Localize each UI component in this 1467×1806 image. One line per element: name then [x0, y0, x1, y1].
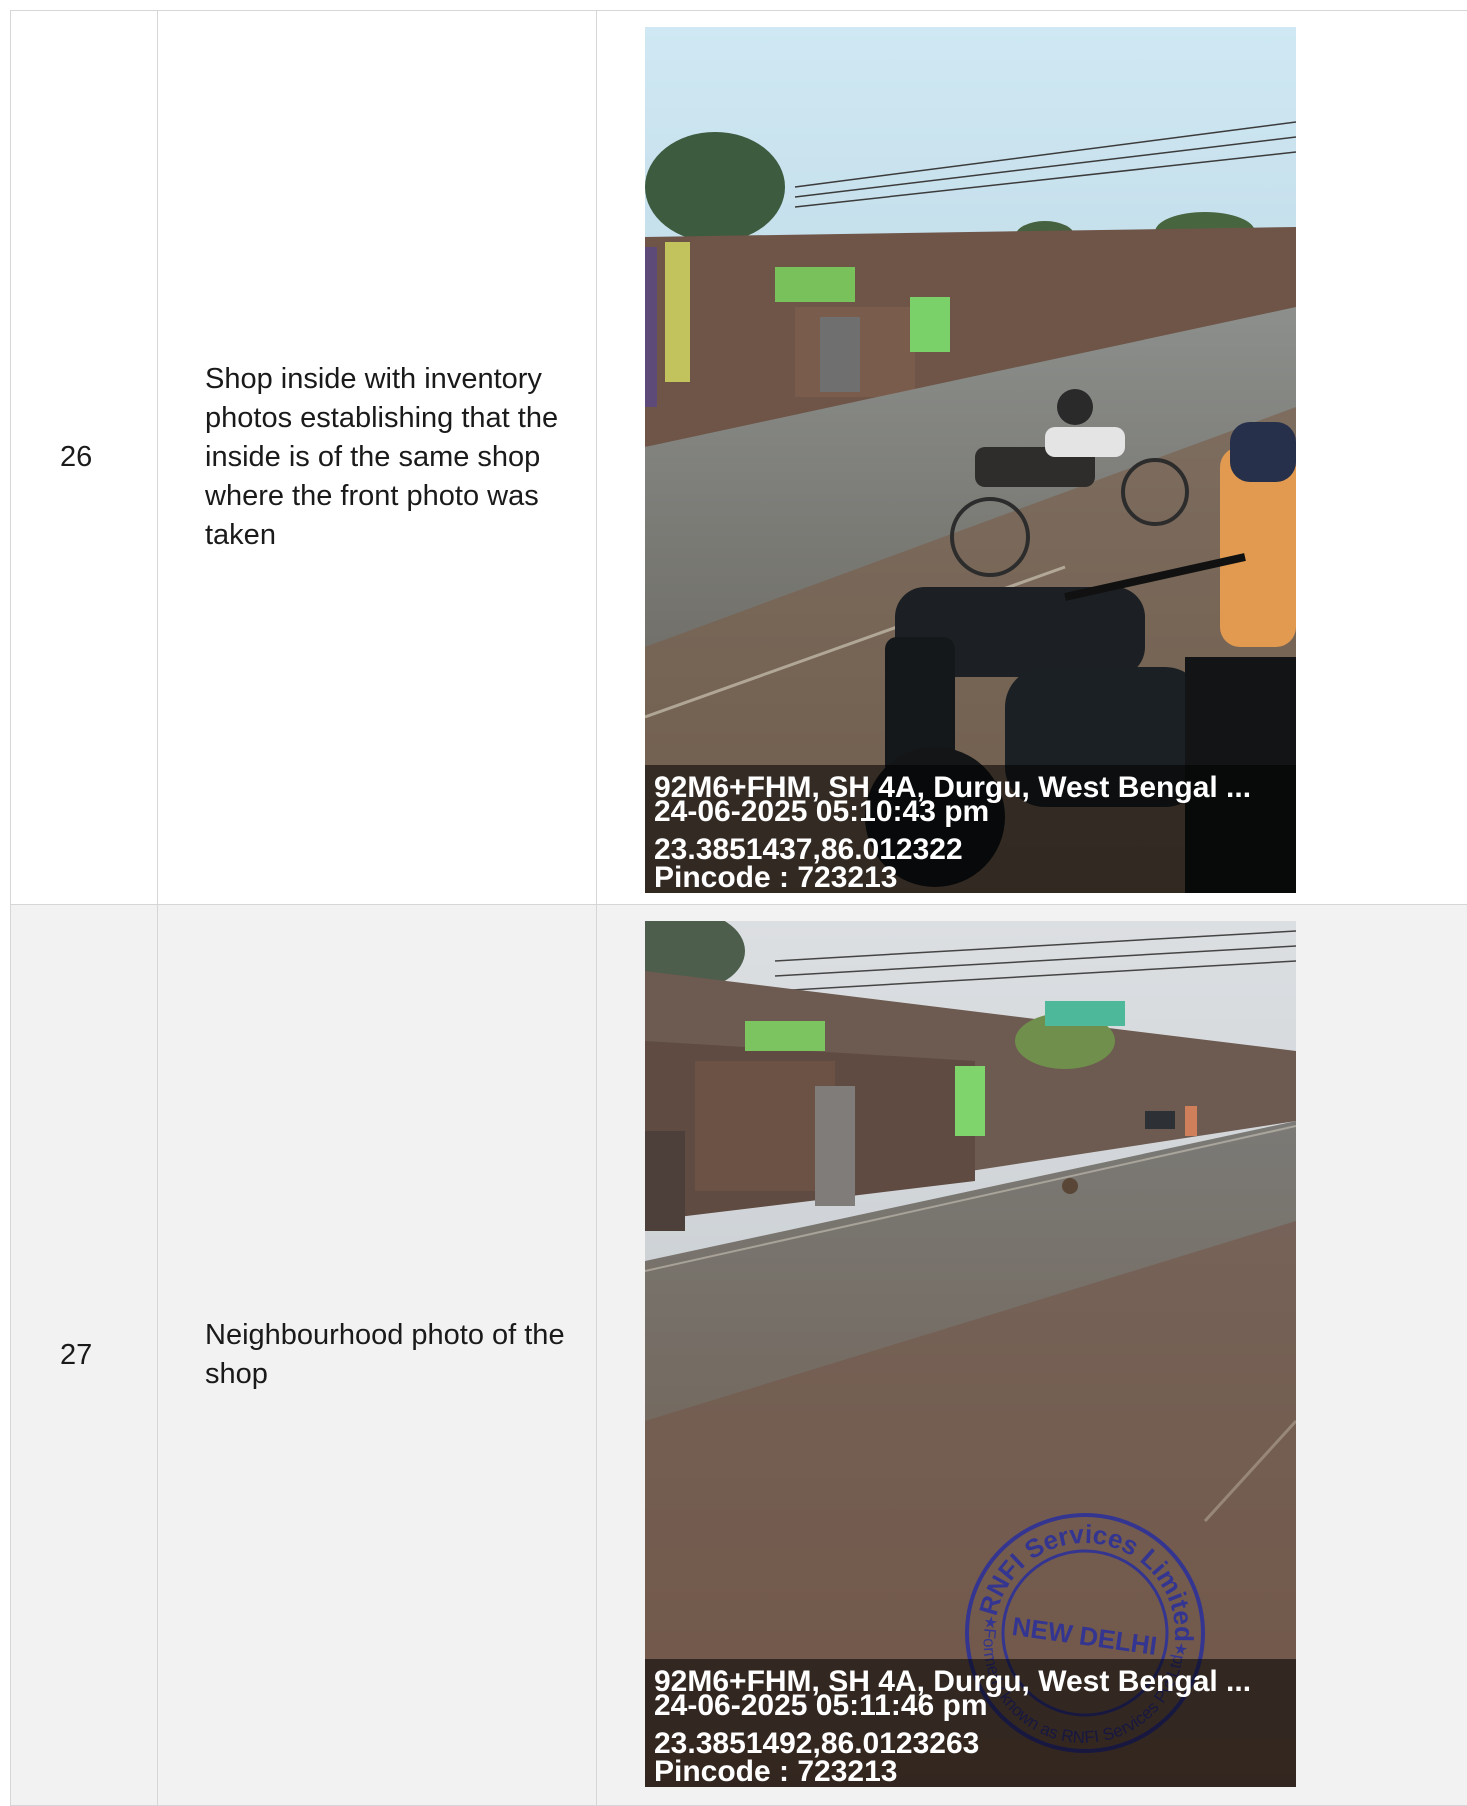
photo-description: Shop inside with inventory photos establ… [158, 11, 597, 905]
photo-cell: 92M6+FHM, SH 4A, Durgu, West Bengal ... … [597, 11, 1467, 905]
serial-number: 26 [11, 11, 158, 905]
serial-number: 27 [11, 905, 158, 1806]
svg-text:NEW DELHI: NEW DELHI [1010, 1611, 1159, 1661]
svg-text:★: ★ [1172, 1641, 1189, 1660]
geotag-datetime: 24-06-2025 05:11:46 pm [654, 1689, 988, 1723]
geotag-overlay: 92M6+FHM, SH 4A, Durgu, West Bengal ... … [645, 765, 1296, 893]
report-sheet: 26 Shop inside with inventory photos est… [10, 10, 1467, 1793]
photo-evidence-table: 26 Shop inside with inventory photos est… [10, 10, 1467, 1806]
neighbourhood-photo: RNFI Services Limited (Formerly known as… [645, 921, 1296, 1787]
svg-text:★: ★ [982, 1614, 999, 1633]
geotag-pincode: Pincode : 723213 [654, 1755, 897, 1787]
street-scene-image [645, 27, 1296, 893]
geotag-overlay: 92M6+FHM, SH 4A, Durgu, West Bengal ... … [645, 1659, 1296, 1787]
geotag-pincode: Pincode : 723213 [654, 861, 897, 893]
table-row: 27 Neighbourhood photo of the shop [11, 905, 1467, 1806]
photo-description: Neighbourhood photo of the shop [158, 905, 597, 1806]
geotag-datetime: 24-06-2025 05:10:43 pm [654, 795, 989, 829]
shop-street-photo: 92M6+FHM, SH 4A, Durgu, West Bengal ... … [645, 27, 1296, 893]
table-row: 26 Shop inside with inventory photos est… [11, 11, 1467, 905]
photo-cell: RNFI Services Limited (Formerly known as… [597, 905, 1467, 1806]
